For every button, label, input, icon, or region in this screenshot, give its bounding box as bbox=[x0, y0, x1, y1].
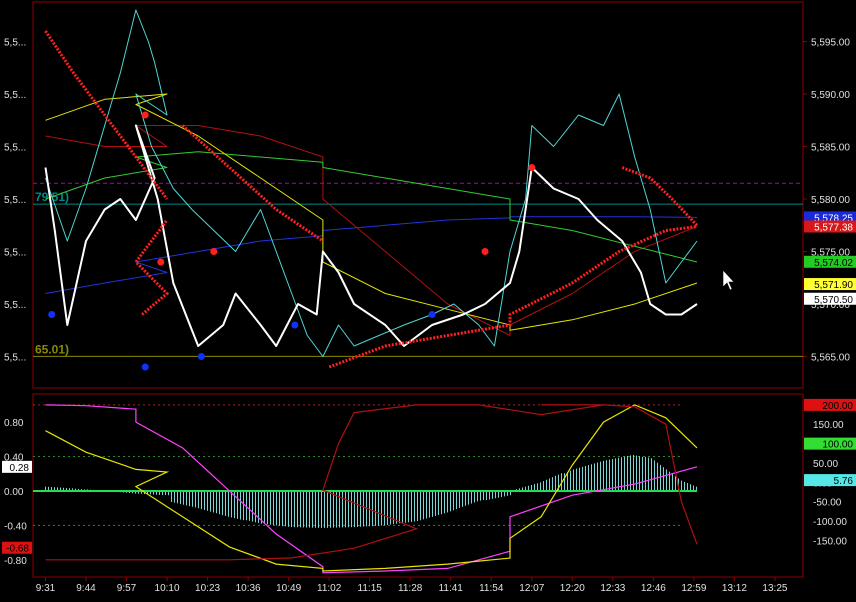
red-signal-dot bbox=[141, 111, 149, 119]
blue-signal-dot bbox=[141, 363, 149, 371]
cursor bbox=[722, 269, 735, 291]
price-left-tick-label: 5,5... bbox=[4, 353, 26, 364]
x-tick-label: 9:31 bbox=[36, 583, 56, 594]
x-tick-label: 9:57 bbox=[117, 583, 137, 594]
oscillator-left-tick-label: -0.80 bbox=[4, 556, 27, 567]
x-tick-label: 12:20 bbox=[560, 583, 585, 594]
x-tick-label: 13:25 bbox=[762, 583, 787, 594]
axes-layer: 5,595.005,590.005,585.005,580.005,575.00… bbox=[4, 38, 850, 595]
chart-root: 65.01) 79.51) 5,595.00 5,590.00 5,585.00 5,5… bbox=[0, 0, 856, 597]
oscillator-right-tick-label: 150.00 bbox=[813, 420, 844, 431]
x-tick-label: 12:33 bbox=[600, 583, 625, 594]
oscillator-left-badge: 0.28 bbox=[10, 463, 30, 474]
price-left-tick-label: 5,5... bbox=[4, 90, 26, 101]
chart-svg: 65.01)79.51) 5,595.00 5,590.00 5,585.00 5,5… bbox=[2, 1, 856, 595]
price-series-line bbox=[45, 216, 698, 294]
price-left-tick-label: 5,5... bbox=[4, 195, 26, 206]
x-tick-label: 11:41 bbox=[439, 583, 464, 594]
price-left-tick-label: 5,5... bbox=[4, 143, 26, 154]
price-left-tick-label: 5,5... bbox=[4, 38, 26, 49]
x-tick-label: 11:54 bbox=[479, 583, 504, 594]
oscillator-series-line bbox=[45, 404, 698, 574]
x-tick-label: 10:49 bbox=[276, 583, 301, 594]
x-tick-label: 11:02 bbox=[317, 583, 342, 594]
oscillator-panel bbox=[33, 404, 698, 574]
red-signal-dot bbox=[528, 164, 536, 171]
oscillator-right-tick-label: 50.00 bbox=[813, 459, 838, 470]
x-tick-label: 12:07 bbox=[519, 583, 544, 594]
price-hline-label: 65.01) bbox=[35, 342, 69, 356]
oscillator-right-tick-label: -100.00 bbox=[813, 517, 847, 528]
x-tick-label: 10:10 bbox=[155, 583, 180, 594]
oscillator-left-badge: -0.68 bbox=[6, 544, 29, 555]
price-series-line bbox=[45, 125, 698, 336]
oscillator-left-tick-label: 0.00 bbox=[4, 487, 24, 498]
price-right-tick-label: 5,580.00 bbox=[811, 195, 850, 206]
price-right-tick-label: 5,590.00 bbox=[811, 90, 850, 101]
price-series-line bbox=[45, 93, 698, 331]
oscillator-series-line bbox=[45, 404, 698, 572]
red-signal-dot bbox=[157, 258, 165, 266]
blue-signal-dot bbox=[197, 353, 205, 360]
price-value-badge: 5,571.90 bbox=[814, 280, 853, 291]
price-value-badge: 5,577.38 bbox=[814, 223, 853, 234]
price-right-tick-label: 5,565.00 bbox=[811, 353, 850, 364]
red-marker-trail bbox=[328, 225, 698, 369]
x-tick-label: 11:15 bbox=[358, 583, 383, 594]
price-value-badge: 5,570.50 bbox=[814, 295, 853, 306]
price-panel-frame bbox=[32, 1, 804, 389]
blue-signal-dot bbox=[428, 311, 436, 318]
x-tick-label: 12:59 bbox=[681, 583, 706, 594]
red-signal-dot bbox=[481, 248, 489, 255]
oscillator-right-badge: 100.00 bbox=[822, 440, 853, 451]
x-tick-label: 9:44 bbox=[76, 583, 96, 594]
oscillator-left-tick-label: 0.80 bbox=[4, 418, 24, 429]
oscillator-right-badge: 200.00 bbox=[822, 401, 853, 412]
mouse-pointer-icon bbox=[722, 269, 735, 291]
price-left-tick-label: 5,5... bbox=[4, 248, 26, 259]
price-panel: 65.01)79.51) bbox=[33, 9, 803, 371]
x-tick-label: 10:36 bbox=[236, 583, 261, 594]
oscillator-right-badge: 5.76 bbox=[834, 476, 854, 487]
x-tick-label: 10:23 bbox=[195, 583, 220, 594]
oscillator-left-tick-label: -0.40 bbox=[4, 521, 27, 532]
blue-signal-dot bbox=[291, 321, 299, 329]
price-right-tick-label: 5,585.00 bbox=[811, 143, 850, 154]
price-value-badge: 5,574.02 bbox=[814, 258, 853, 269]
price-right-tick-label: 5,595.00 bbox=[811, 38, 850, 49]
oscillator-right-tick-label: -150.00 bbox=[813, 536, 847, 547]
red-signal-dot bbox=[210, 248, 218, 255]
x-tick-label: 13:12 bbox=[722, 583, 747, 594]
blue-signal-dot bbox=[48, 311, 56, 318]
x-tick-label: 11:28 bbox=[398, 583, 423, 594]
oscillator-right-tick-label: -50.00 bbox=[813, 498, 842, 509]
x-tick-label: 12:46 bbox=[641, 583, 666, 594]
red-marker-trail bbox=[44, 30, 169, 200]
price-left-tick-label: 5,5... bbox=[4, 300, 26, 311]
